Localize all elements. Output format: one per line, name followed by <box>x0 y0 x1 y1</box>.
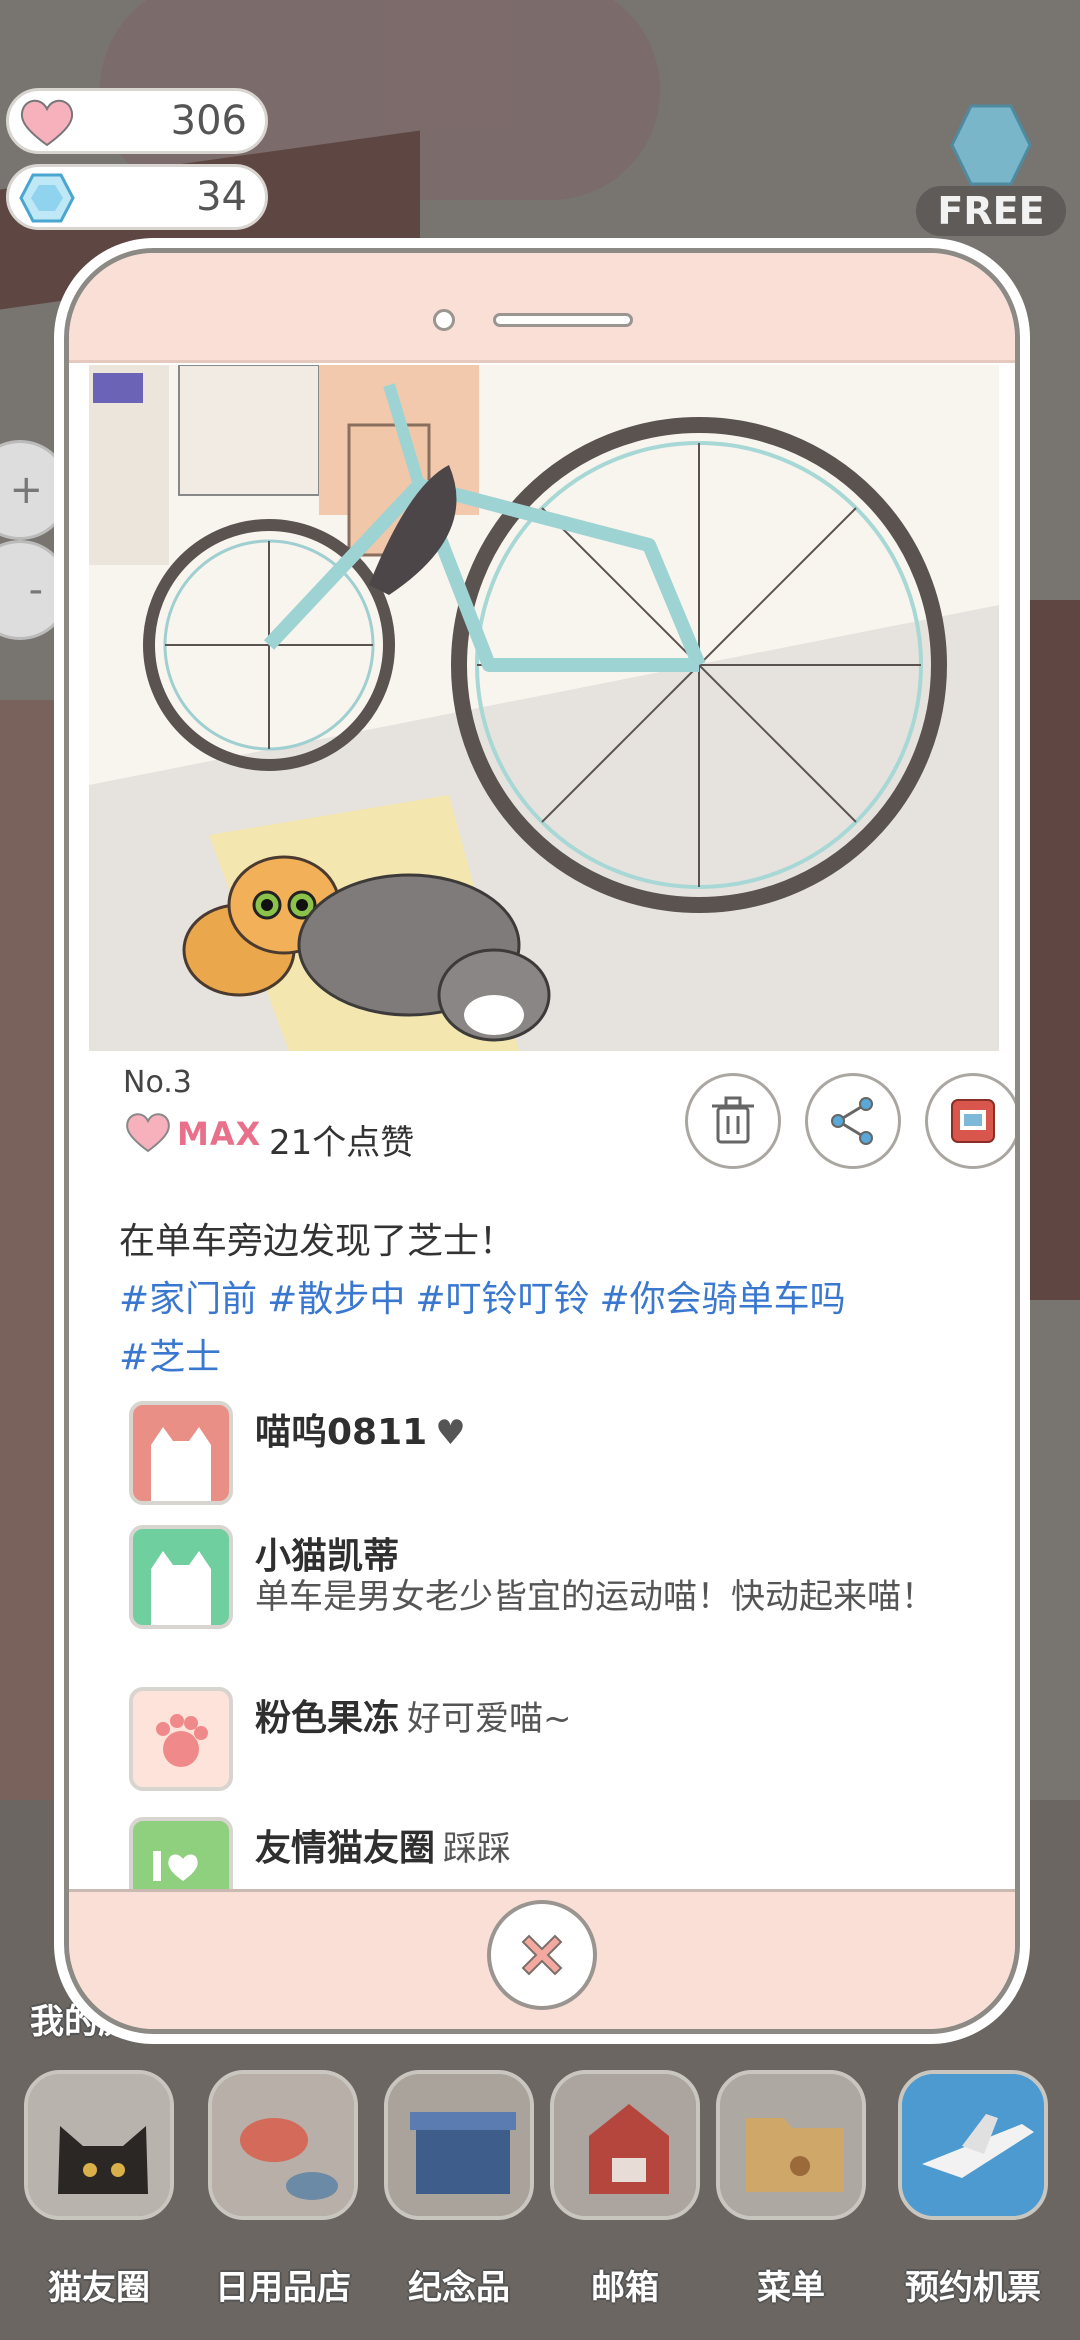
dock-cat-friends[interactable]: 猫友圈 <box>14 2060 184 2340</box>
likes-count: 21个点赞 <box>269 1123 415 1163</box>
phone-top-bezel <box>69 253 1015 363</box>
avatar[interactable] <box>129 1401 233 1505</box>
dock-souvenirs[interactable]: 纪念品 <box>374 2060 544 2340</box>
box-icon <box>384 2070 534 2220</box>
dock-menu[interactable]: 菜单 <box>706 2060 876 2340</box>
dock-label: 邮箱 <box>591 2268 659 2308</box>
hashtag-link[interactable]: #叮铃叮铃 <box>415 1279 589 1320</box>
dock-label: 日用品店 <box>215 2268 351 2308</box>
diamond-icon <box>950 104 1032 186</box>
trash-icon <box>712 1096 754 1144</box>
share-icon <box>831 1097 873 1145</box>
dock-label: 纪念品 <box>408 2268 510 2308</box>
close-icon <box>521 1934 563 1976</box>
comment-author: 友情猫友圈 踩踩 <box>255 1828 512 1869</box>
comment-item: 喵呜0811 ♥ <box>129 1401 989 1511</box>
comment-author: 粉色果冻 好可爱喵~ <box>255 1698 572 1739</box>
post-number: No.3 <box>123 1065 192 1100</box>
heart-icon <box>20 99 74 147</box>
dock-label: 猫友圈 <box>48 2268 150 2308</box>
cat-silhouette-icon <box>151 1551 211 1625</box>
album-button[interactable] <box>925 1073 1015 1169</box>
cat-face-icon <box>24 2070 174 2220</box>
avatar[interactable] <box>129 1525 233 1629</box>
free-label: FREE <box>916 186 1066 236</box>
paw-icon <box>156 1714 208 1767</box>
hashtag-link[interactable]: #芝士 <box>119 1337 221 1378</box>
max-badge: MAX <box>177 1115 262 1153</box>
comment-item: 小猫凯蒂 单车是男女老少皆宜的运动喵！快动起来喵！ <box>129 1525 989 1645</box>
airplane-icon <box>898 2070 1048 2220</box>
fish-can-icon <box>208 2070 358 2220</box>
comment-item: 粉色果冻 好可爱喵~ <box>129 1687 989 1797</box>
bicycle-cats-illustration <box>89 365 999 1051</box>
dock-label: 菜单 <box>757 2268 825 2308</box>
heart-icon <box>126 1113 170 1153</box>
hashtag-link[interactable]: #你会骑单车吗 <box>600 1279 846 1320</box>
comment-text: 好可爱喵~ <box>407 1699 572 1739</box>
comments-list[interactable]: 喵呜0811 ♥ 小猫凯蒂 单车是男女老少皆宜的运动喵！快动起来喵！ 粉色果冻 好可… <box>129 1401 989 1941</box>
gems-value: 34 <box>196 174 247 220</box>
comment-text: ♥ <box>435 1413 466 1453</box>
hearts-counter: 306 <box>6 88 268 154</box>
gems-counter: 34 <box>6 164 268 230</box>
post-detail-phone-modal: No.3 MAX 21个点赞 在单车旁边发现了芝士！ #家门前 #散步中 #叮铃… <box>64 248 1020 2034</box>
hashtag-link[interactable]: #家门前 <box>119 1279 257 1320</box>
hearts-value: 306 <box>170 98 247 144</box>
mailbox-icon <box>550 2070 700 2220</box>
phone-speaker-icon <box>493 313 633 327</box>
post-caption: 在单车旁边发现了芝士！ <box>119 1221 516 1262</box>
hashtag-link[interactable]: #散步中 <box>267 1279 405 1320</box>
phone-bottom-bezel <box>69 1889 1015 2029</box>
cat-silhouette-icon <box>151 1427 211 1501</box>
post-content: No.3 MAX 21个点赞 在单车旁边发现了芝士！ #家门前 #散步中 #叮铃… <box>69 1051 1015 1975</box>
comment-author: 喵呜0811 ♥ <box>255 1412 466 1453</box>
comment-text: 踩踩 <box>443 1829 512 1869</box>
diamond-icon <box>19 173 75 223</box>
free-gems-button[interactable]: FREE <box>916 100 1066 240</box>
phone-camera-icon <box>433 309 455 331</box>
delete-button[interactable] <box>685 1073 781 1169</box>
avatar[interactable] <box>129 1687 233 1791</box>
post-tags: #家门前 #散步中 #叮铃叮铃 #你会骑单车吗 #芝士 <box>119 1271 979 1387</box>
photo-album-icon <box>951 1099 995 1143</box>
close-button[interactable] <box>487 1900 597 2010</box>
comment-text: 单车是男女老少皆宜的运动喵！快动起来喵！ <box>255 1577 935 1617</box>
share-button[interactable] <box>805 1073 901 1169</box>
dock-label: 预约机票 <box>905 2268 1041 2308</box>
dock-daily-goods-shop[interactable]: 日用品店 <box>198 2060 368 2340</box>
dock-mailbox[interactable]: 邮箱 <box>540 2060 710 2340</box>
post-photo <box>89 365 999 1051</box>
folder-icon <box>716 2070 866 2220</box>
bottom-dock: 猫友圈 日用品店 纪念品 邮箱 菜单 预约机票 <box>0 2060 1080 2340</box>
comment-author: 小猫凯蒂 <box>255 1536 400 1577</box>
dock-flight-booking[interactable]: 预约机票 <box>888 2060 1058 2340</box>
